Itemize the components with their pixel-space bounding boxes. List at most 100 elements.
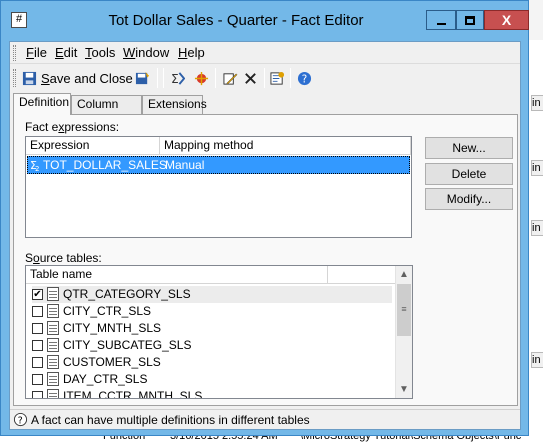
toolbar-separator xyxy=(264,68,265,88)
help-icon: ? xyxy=(297,71,312,85)
source-table-checkbox[interactable] xyxy=(32,306,43,317)
toolbar: Save and Close Σ ? xyxy=(10,65,520,91)
menu-help[interactable]: Help xyxy=(178,45,205,60)
save-icon xyxy=(22,71,37,86)
toolbar-separator xyxy=(290,68,291,88)
client-area: File Edit Tools Window Help Save and Clo… xyxy=(9,41,521,430)
save-and-close-button[interactable]: Save and Close xyxy=(22,68,133,89)
find-icon xyxy=(270,71,285,85)
fact-editor-window: # Tot Dollar Sales - Quarter - Fact Edit… xyxy=(0,0,529,436)
fact-expressions-list[interactable]: Expression Mapping method Σ2 TOT_DOLLAR_… xyxy=(25,136,412,238)
new-button[interactable]: New... xyxy=(425,137,513,159)
table-icon xyxy=(47,372,59,386)
menu-grip-icon[interactable] xyxy=(13,45,16,61)
source-table-name: DAY_CTR_SLS xyxy=(63,372,148,386)
source-table-row[interactable]: CITY_MNTH_SLS xyxy=(32,320,392,337)
fact-expressions-label-pre: Fact e xyxy=(25,120,59,134)
source-tables-label-pre: S xyxy=(25,251,34,265)
properties-icon xyxy=(135,71,150,85)
find-button[interactable] xyxy=(270,68,285,89)
menu-edit-label: dit xyxy=(63,45,78,60)
edit-button[interactable] xyxy=(223,68,238,89)
delete-icon xyxy=(245,73,256,84)
maximize-icon xyxy=(465,15,475,25)
fact-expression-icon xyxy=(194,71,209,86)
source-table-row[interactable]: CITY_SUBCATEG_SLS xyxy=(32,337,392,354)
scroll-down-icon[interactable]: ▼ xyxy=(396,381,412,398)
table-icon xyxy=(47,321,59,335)
fact-expression-value: TOT_DOLLAR_SALES xyxy=(43,158,167,172)
source-table-name: QTR_CATEGORY_SLS xyxy=(63,287,191,301)
source-table-row[interactable]: ITEM_CCTR_MNTH_SLS xyxy=(32,388,392,398)
menu-tools[interactable]: Tools xyxy=(85,45,115,60)
toolbar-separator xyxy=(157,68,158,88)
fact-wizard-button[interactable]: Σ xyxy=(170,68,185,89)
column-header-blank xyxy=(328,266,397,284)
source-table-row[interactable]: DAY_CTR_SLS xyxy=(32,371,392,388)
status-bar: ? A fact can have multiple definitions i… xyxy=(10,409,520,429)
menu-window[interactable]: Window xyxy=(123,45,169,60)
fact-expression-button[interactable] xyxy=(194,68,209,89)
source-table-row[interactable]: CUSTOMER_SLS xyxy=(32,354,392,371)
delete-button[interactable]: Delete xyxy=(425,163,513,185)
tab-extensions[interactable]: Extensions xyxy=(142,95,207,114)
source-tables-label-post: urce tables: xyxy=(39,251,102,265)
column-header-expression[interactable]: Expression xyxy=(26,137,160,155)
tab-extensions-label: Extensions xyxy=(148,97,207,111)
background-pane: in xyxy=(531,352,543,368)
mapping-method-value: Manual xyxy=(165,158,205,172)
menu-file-mnemonic: F xyxy=(26,45,34,60)
status-text: A fact can have multiple definitions in … xyxy=(31,413,310,427)
window-title: Tot Dollar Sales - Quarter - Fact Editor xyxy=(108,12,364,29)
maximize-button[interactable] xyxy=(456,10,484,30)
table-icon xyxy=(47,389,59,398)
minimize-button[interactable] xyxy=(426,10,456,30)
source-table-checkbox[interactable] xyxy=(32,357,43,368)
source-table-row[interactable]: CITY_CTR_SLS xyxy=(32,303,392,320)
column-header-expression-label: Expression xyxy=(30,138,90,152)
scroll-thumb[interactable]: ≡ xyxy=(397,284,411,336)
source-table-checkbox[interactable] xyxy=(32,323,43,334)
properties-button[interactable] xyxy=(135,68,150,89)
source-tables-scrollbar[interactable]: ▲ ≡ ▼ xyxy=(395,266,412,398)
delete-toolbar-button[interactable] xyxy=(243,68,258,89)
fact-expressions-label-post: pressions: xyxy=(64,120,120,134)
svg-text:Σ: Σ xyxy=(171,72,179,86)
source-table-checkbox[interactable] xyxy=(32,391,43,398)
menu-window-mnemonic: W xyxy=(123,45,136,60)
source-table-name: CUSTOMER_SLS xyxy=(63,355,161,369)
menu-help-label: elp xyxy=(187,45,205,60)
title-bar[interactable]: # Tot Dollar Sales - Quarter - Fact Edit… xyxy=(1,1,529,41)
svg-text:?: ? xyxy=(302,73,307,85)
source-table-checkbox[interactable] xyxy=(32,374,43,385)
scroll-up-icon[interactable]: ▲ xyxy=(396,266,412,283)
source-table-checkbox[interactable] xyxy=(32,340,43,351)
source-table-row[interactable]: ✔ QTR_CATEGORY_SLS xyxy=(32,286,392,303)
table-icon xyxy=(47,304,59,318)
source-tables-list[interactable]: Table name ✔ QTR_CATEGORY_SLS CITY_CTR_S… xyxy=(25,265,413,399)
tab-definition[interactable]: Definition xyxy=(13,93,71,115)
toolbar-grip-icon[interactable] xyxy=(13,69,16,87)
source-table-name: CITY_CTR_SLS xyxy=(63,304,152,318)
help-toolbar-button[interactable]: ? xyxy=(297,68,312,89)
column-header-mapping-method[interactable]: Mapping method xyxy=(160,137,411,155)
source-table-checkbox[interactable]: ✔ xyxy=(32,289,43,300)
column-header-table-name[interactable]: Table name xyxy=(26,266,328,284)
save-close-label: ave and Close xyxy=(49,71,133,86)
help-bubble-icon: ? xyxy=(13,412,28,426)
fact-expression-row[interactable]: Σ2 TOT_DOLLAR_SALES Manual xyxy=(27,156,410,174)
menu-edit[interactable]: Edit xyxy=(55,45,77,60)
menu-file[interactable]: File xyxy=(26,45,47,60)
close-button[interactable]: X xyxy=(484,10,529,30)
tab-column-alias[interactable]: Column Alias xyxy=(71,95,142,127)
fact-expressions-label: Fact expressions: xyxy=(25,120,119,134)
svg-text:?: ? xyxy=(18,415,23,426)
source-table-name: CITY_MNTH_SLS xyxy=(63,321,162,335)
tab-definition-label: Definition xyxy=(19,95,70,109)
menu-file-label: ile xyxy=(33,45,47,60)
source-table-name: CITY_SUBCATEG_SLS xyxy=(63,338,192,352)
fact-wizard-icon: Σ xyxy=(171,72,185,86)
modify-button[interactable]: Modify... xyxy=(425,188,513,210)
source-tables-label: Source tables: xyxy=(25,251,102,265)
fact-expression-row-icon: Σ2 xyxy=(30,159,39,172)
